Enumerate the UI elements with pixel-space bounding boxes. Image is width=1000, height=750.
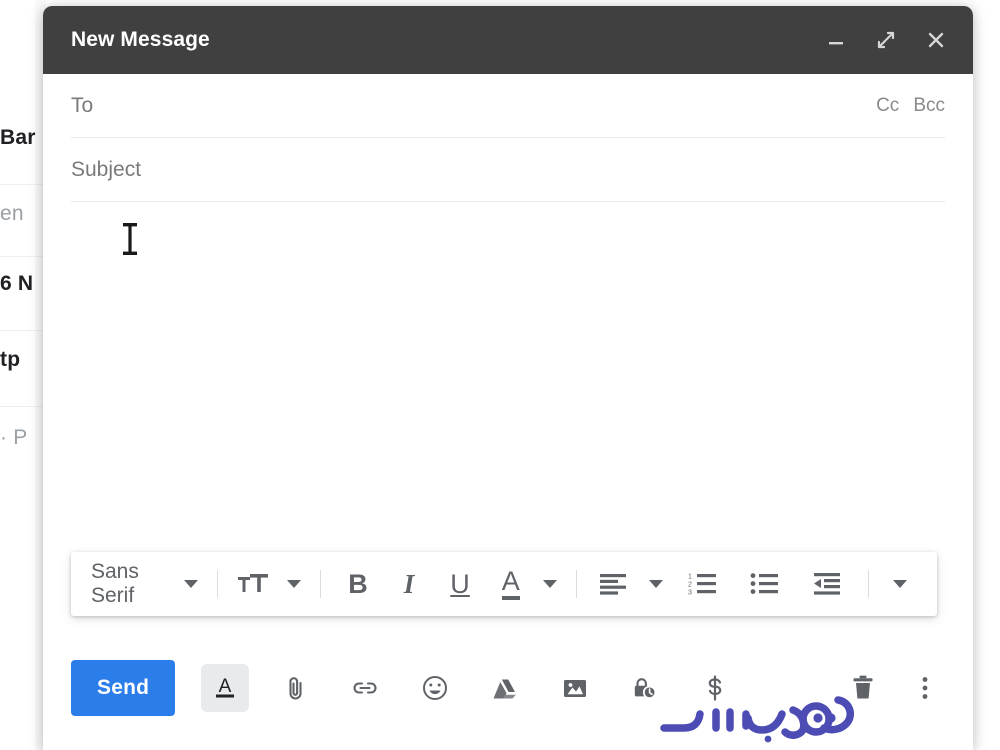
chevron-down-icon bbox=[286, 580, 301, 588]
list-item[interactable]: tp bbox=[0, 348, 20, 372]
toolbar-divider bbox=[868, 570, 869, 598]
expand-icon[interactable] bbox=[873, 27, 899, 53]
send-button[interactable]: Send bbox=[71, 660, 176, 716]
font-family-label: Sans Serif bbox=[91, 560, 139, 607]
italic-button[interactable]: I bbox=[386, 562, 433, 606]
compose-window: New Message To Cc Bcc Subject Sans Serif… bbox=[43, 6, 973, 750]
subject-field-row[interactable]: Subject bbox=[71, 138, 945, 202]
insert-photo-icon[interactable] bbox=[551, 664, 599, 712]
indent-less-button[interactable] bbox=[796, 562, 858, 606]
font-family-dropdown-icon[interactable] bbox=[175, 562, 207, 606]
italic-label: I bbox=[403, 568, 415, 599]
bcc-button[interactable]: Bcc bbox=[913, 95, 945, 117]
close-icon[interactable] bbox=[923, 27, 949, 53]
text-color-button[interactable]: A bbox=[488, 562, 534, 606]
list-item[interactable]: en bbox=[0, 202, 24, 226]
compose-header[interactable]: New Message bbox=[43, 6, 973, 74]
cc-button[interactable]: Cc bbox=[876, 95, 899, 117]
subject-placeholder: Subject bbox=[71, 157, 142, 181]
insert-money-icon[interactable] bbox=[691, 664, 739, 712]
chevron-down-icon bbox=[649, 580, 664, 588]
row-divider bbox=[0, 184, 44, 185]
font-size-dropdown-icon[interactable] bbox=[278, 562, 310, 606]
chevron-down-icon bbox=[892, 580, 907, 588]
chevron-down-icon bbox=[184, 580, 199, 588]
text-color-label: A bbox=[501, 568, 520, 600]
text-cursor-ibeam bbox=[119, 222, 141, 256]
underline-button[interactable]: U bbox=[432, 562, 488, 606]
bold-label: B bbox=[348, 568, 368, 599]
list-scrollbar-track[interactable] bbox=[35, 0, 43, 750]
list-item[interactable]: Bar bbox=[0, 126, 36, 150]
bold-button[interactable]: B bbox=[330, 562, 386, 606]
numbered-list-button[interactable]: 1 2 3 bbox=[672, 562, 734, 606]
cc-bcc-group: Cc Bcc bbox=[876, 95, 945, 117]
insert-link-icon[interactable] bbox=[341, 664, 389, 712]
row-divider bbox=[0, 330, 44, 331]
underline-label: U bbox=[450, 568, 470, 599]
window-controls bbox=[823, 27, 949, 53]
row-divider bbox=[0, 256, 44, 257]
chevron-down-icon bbox=[542, 580, 557, 588]
align-button[interactable] bbox=[586, 562, 640, 606]
align-dropdown-icon[interactable] bbox=[640, 562, 672, 606]
insert-drive-icon[interactable] bbox=[481, 664, 529, 712]
font-size-button[interactable] bbox=[228, 562, 278, 606]
font-family-select[interactable]: Sans Serif bbox=[87, 560, 175, 607]
compose-action-bar: Send A bbox=[43, 642, 973, 734]
svg-text:2: 2 bbox=[688, 582, 692, 589]
formatting-toolbar: Sans Serif B I U A 1 2 3 bbox=[71, 552, 937, 616]
attach-file-icon[interactable] bbox=[271, 664, 319, 712]
screen: Bar en 6 N tp · P New Message To Cc Bcc … bbox=[0, 0, 1000, 750]
toolbar-divider bbox=[575, 570, 577, 598]
minimize-icon[interactable] bbox=[823, 27, 849, 53]
discard-draft-icon[interactable] bbox=[839, 664, 887, 712]
confidential-mode-icon[interactable] bbox=[621, 664, 669, 712]
list-item[interactable]: · P bbox=[0, 426, 27, 450]
more-format-button[interactable] bbox=[879, 562, 921, 606]
text-color-dropdown-icon[interactable] bbox=[534, 562, 566, 606]
svg-text:A: A bbox=[219, 676, 232, 697]
compose-title: New Message bbox=[71, 28, 210, 51]
svg-text:1: 1 bbox=[688, 574, 692, 581]
row-divider bbox=[0, 406, 44, 407]
toolbar-divider bbox=[217, 570, 218, 598]
bulleted-list-button[interactable] bbox=[734, 562, 796, 606]
svg-text:3: 3 bbox=[688, 590, 692, 597]
to-placeholder: To bbox=[71, 93, 94, 117]
to-field-row[interactable]: To Cc Bcc bbox=[71, 74, 945, 138]
insert-emoji-icon[interactable] bbox=[411, 664, 459, 712]
toolbar-divider bbox=[319, 570, 321, 598]
more-options-icon[interactable] bbox=[901, 664, 949, 712]
message-body[interactable] bbox=[71, 202, 945, 532]
format-options-icon[interactable]: A bbox=[201, 664, 250, 712]
list-item[interactable]: 6 N bbox=[0, 272, 33, 296]
